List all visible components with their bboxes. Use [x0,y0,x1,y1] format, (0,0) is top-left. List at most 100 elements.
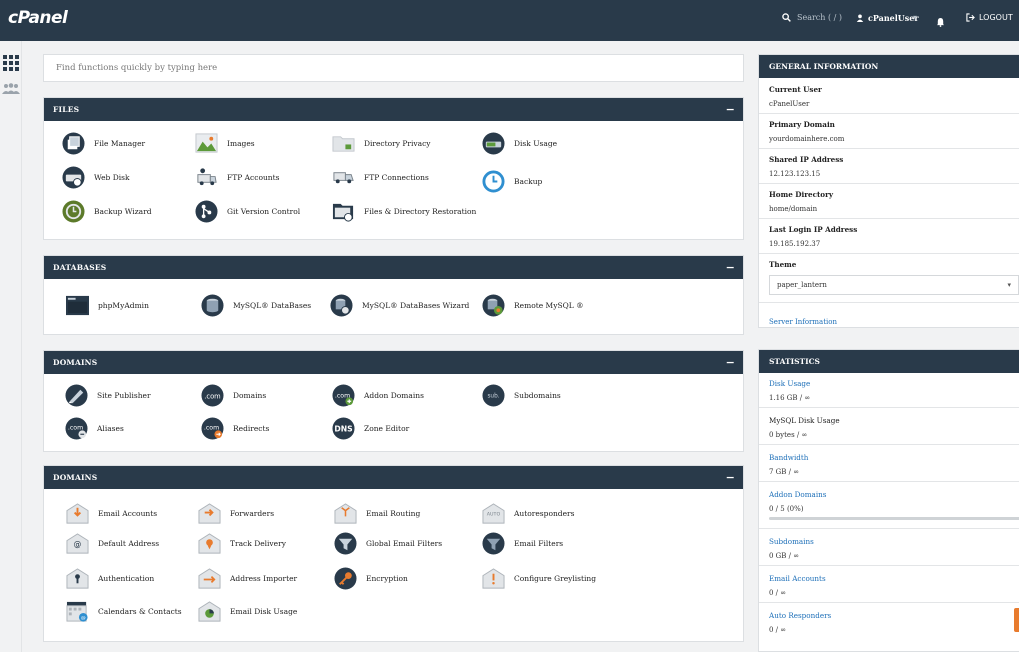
collapse-icon[interactable]: − [726,466,735,489]
email-title: DOMAINS [53,473,98,482]
email-accounts-link[interactable]: Email Accounts [66,502,157,525]
zone-editor-link[interactable]: DNS Zone Editor [332,417,409,440]
calendars-contacts-link[interactable]: @ Calendars & Contacts [66,600,182,623]
address-importer-icon [198,568,221,589]
directory-privacy-link[interactable]: Directory Privacy [332,132,431,155]
home-directory-row: Home Directory home/domain [759,184,1019,219]
shared-ip-row: Shared IP Address 12.123.123.15 [759,149,1019,184]
aliases-link[interactable]: .com Aliases [65,417,124,440]
autoresponders-icon: AUTO [482,503,505,524]
user-menu[interactable]: cPanelUser [856,13,919,23]
file-manager-link[interactable]: File Manager [62,132,145,155]
quick-search-input[interactable]: Find functions quickly by typing here [43,54,744,82]
files-title: FILES [53,105,80,114]
git-version-control-link[interactable]: Git Version Control [195,200,300,223]
database-icon [201,294,224,317]
svg-text:sub.: sub. [487,393,499,399]
svg-text:.com: .com [204,424,219,431]
files-section: FILES − File Manager Images Directory Pr… [43,97,744,240]
track-delivery-icon [198,533,221,554]
domains-icon: .com [201,384,224,407]
collapse-icon[interactable]: − [726,98,735,121]
mysql-databases-wizard-link[interactable]: MySQL® DataBases Wizard [330,294,469,317]
top-bar: cPanel Search ( / ) cPanelUser ▾ LOGOUT [0,0,1019,41]
stat-email-accounts: Email Accounts 0 / ∞ [759,566,1019,603]
databases-section: DATABASES − phpMyAdmin MySQL® DataBases … [43,255,744,335]
ftp-connections-link[interactable]: FTP Connections [332,166,429,189]
chevron-down-icon[interactable]: ▾ [913,13,917,22]
default-address-link[interactable]: @ Default Address [66,532,159,555]
subdomains-link[interactable]: sub. Subdomains [482,384,561,407]
notifications-button[interactable] [936,12,945,31]
email-header[interactable]: DOMAINS − [44,466,743,489]
user-icon [856,14,864,22]
subdomains-icon: sub. [482,384,505,407]
domains-section: DOMAINS − Site Publisher .com Domains .c… [43,350,744,452]
top-search[interactable]: Search ( / ) [782,13,842,22]
theme-row: Theme paper_lantern ▾ [759,254,1019,303]
search-icon [782,13,791,22]
grid-icon[interactable] [3,55,19,71]
domains-link[interactable]: .com Domains [201,384,266,407]
site-publisher-link[interactable]: Site Publisher [65,384,151,407]
stat-bandwidth: Bandwidth 7 GB / ∞ [759,445,1019,482]
general-info-header: GENERAL INFORMATION [759,55,1019,78]
calendar-icon: @ [66,601,88,622]
files-header[interactable]: FILES − [44,98,743,121]
databases-header[interactable]: DATABASES − [44,256,743,279]
svg-text:@: @ [81,615,86,621]
redirects-link[interactable]: .com Redirects [201,417,269,440]
site-publisher-icon [65,384,88,407]
search-label: Search ( / ) [797,13,843,22]
track-delivery-link[interactable]: Track Delivery [198,532,286,555]
stat-addon-domains: Addon Domains 0 / 5 (0%) [759,482,1019,529]
statistics-header: STATISTICS [759,350,1019,373]
backup-wizard-link[interactable]: Backup Wizard [62,200,152,223]
stat-mysql-disk-usage: MySQL Disk Usage 0 bytes / ∞ [759,408,1019,445]
remote-mysql-link[interactable]: Remote MySQL ® [482,294,584,317]
logout-button[interactable]: LOGOUT [966,13,1013,22]
collapse-icon[interactable]: − [726,256,735,279]
cpanel-logo[interactable]: cPanel [8,8,68,28]
server-information-link[interactable]: Server Information [769,318,837,326]
global-email-filters-link[interactable]: Global Email Filters [334,532,442,555]
addon-domains-progress [769,517,1019,520]
collapse-icon[interactable]: − [726,351,735,374]
images-link[interactable]: Images [195,132,255,155]
bell-icon [936,17,945,27]
disk-usage-link[interactable]: Disk Usage [482,132,557,155]
email-filters-link[interactable]: Email Filters [482,532,563,555]
configure-greylisting-link[interactable]: Configure Greylisting [482,567,596,590]
email-disk-usage-icon [198,601,221,622]
statistics-panel: STATISTICS Disk Usage 1.16 GB / ∞ MySQL … [758,349,1019,652]
phpmyadmin-link[interactable]: phpMyAdmin [66,294,149,317]
forwarders-link[interactable]: Forwarders [198,502,274,525]
backup-link[interactable]: Backup [482,170,542,193]
username: cPanelUser [868,13,919,23]
email-section: DOMAINS − Email Accounts Forwarders Emai… [43,465,744,642]
server-info-row: Server Information [759,303,1019,334]
ftp-accounts-icon [197,168,217,186]
email-disk-usage-link[interactable]: Email Disk Usage [198,600,297,623]
addon-domains-icon: .com [332,384,355,407]
theme-select[interactable]: paper_lantern ▾ [769,275,1019,295]
stat-subdomains: Subdomains 0 GB / ∞ [759,529,1019,566]
encryption-link[interactable]: Encryption [334,567,408,590]
users-icon[interactable] [2,83,20,95]
feedback-tab[interactable] [1014,608,1019,632]
autoresponders-link[interactable]: AUTO Autoresponders [482,502,574,525]
address-importer-link[interactable]: Address Importer [198,567,297,590]
addon-domains-link[interactable]: .com Addon Domains [332,384,424,407]
remote-database-icon [482,294,505,317]
chevron-down-icon: ▾ [1007,281,1011,289]
mysql-databases-link[interactable]: MySQL® DataBases [201,294,311,317]
ftp-accounts-link[interactable]: FTP Accounts [195,166,280,189]
domains-header[interactable]: DOMAINS − [44,351,743,374]
email-routing-link[interactable]: Email Routing [334,502,420,525]
phpmyadmin-icon [66,295,89,316]
files-directory-restoration-link[interactable]: Files & Directory Restoration [332,200,476,223]
web-disk-link[interactable]: Web Disk [62,166,130,189]
email-routing-icon [334,503,357,524]
email-accounts-icon [66,503,89,524]
authentication-link[interactable]: Authentication [66,567,154,590]
